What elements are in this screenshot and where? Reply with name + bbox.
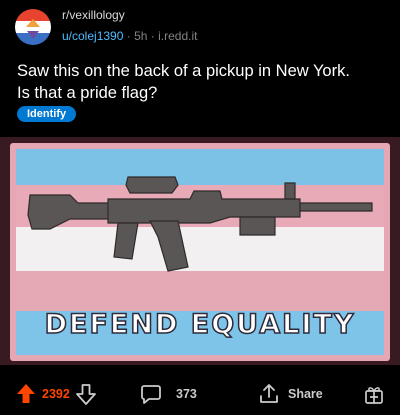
downvote-arrow-icon[interactable] (75, 383, 96, 405)
post-meta: u/colej1390 · 5h · i.redd.it (62, 29, 197, 43)
share-label: Share (288, 386, 323, 401)
post-title[interactable]: Saw this on the back of a pickup in New … (17, 60, 387, 104)
vote-group: 2392 (16, 372, 96, 415)
post-image[interactable]: DEFEND EQUALITY (0, 137, 400, 365)
vote-count: 2392 (42, 386, 70, 401)
comment-count: 373 (176, 386, 197, 401)
post-title-line: Is that a pride flag? (17, 84, 158, 102)
comments-button[interactable]: 373 (140, 372, 197, 415)
flag-stripe-pink (16, 271, 384, 311)
flag-stripe-white (16, 227, 384, 271)
post-title-line: Saw this on the back of a pickup in New … (17, 62, 350, 80)
award-icon (363, 383, 385, 405)
post-action-bar: 2392 373 Share (0, 372, 400, 415)
subreddit-avatar-icon[interactable] (15, 9, 51, 45)
post-domain[interactable]: i.redd.it (158, 29, 197, 43)
meta-separator: · (126, 29, 131, 43)
comment-bubble-icon (140, 383, 162, 405)
meta-separator: · (150, 29, 155, 43)
image-caption: DEFEND EQUALITY (45, 309, 356, 340)
post-age: 5h (134, 29, 148, 43)
flag-stripe-blue (16, 149, 384, 185)
author-link[interactable]: u/colej1390 (62, 29, 123, 43)
share-button[interactable]: Share (258, 372, 323, 415)
subreddit-name[interactable]: r/vexillology (62, 8, 125, 22)
share-icon (258, 383, 280, 405)
trans-flag-image: DEFEND EQUALITY (0, 137, 400, 365)
post-header: r/vexillology u/colej1390 · 5h · i.redd.… (0, 0, 400, 50)
post-flair[interactable]: Identify (17, 106, 77, 122)
upvote-arrow-icon[interactable] (16, 383, 36, 405)
award-button[interactable] (363, 372, 385, 415)
